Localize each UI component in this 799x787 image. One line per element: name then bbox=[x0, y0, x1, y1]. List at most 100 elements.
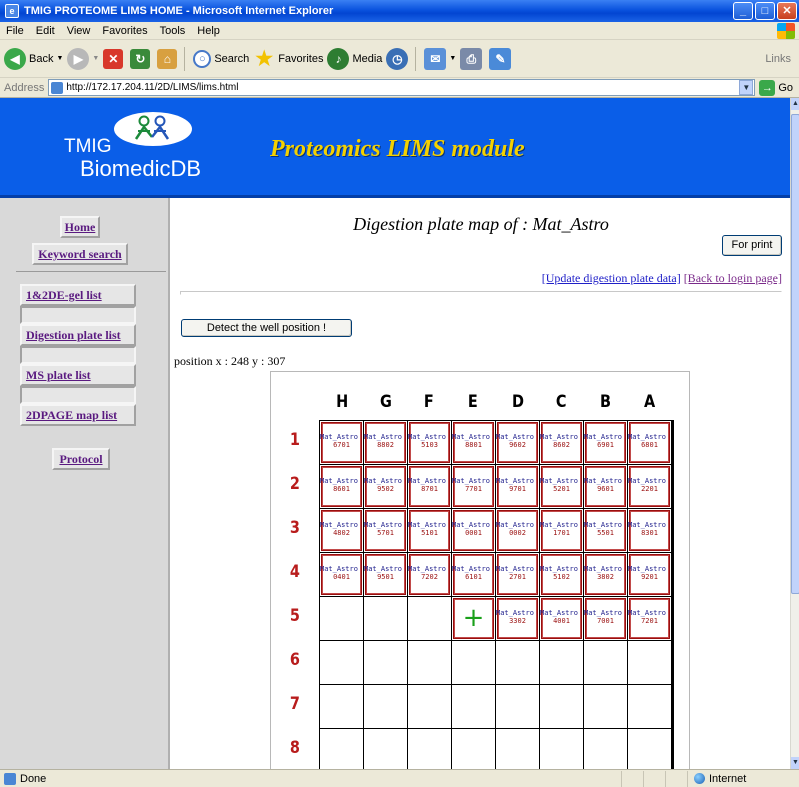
plate-well[interactable] bbox=[408, 641, 452, 685]
update-digestion-plate-link[interactable]: [Update digestion plate data] bbox=[542, 271, 681, 285]
well-sample[interactable]: Mat_Astro 9201 bbox=[628, 554, 670, 595]
plate-well[interactable] bbox=[408, 597, 452, 641]
plate-well[interactable] bbox=[496, 641, 540, 685]
plate-well[interactable] bbox=[452, 729, 496, 769]
plate-well[interactable] bbox=[540, 729, 584, 769]
plate-well[interactable] bbox=[628, 685, 672, 729]
nav-gel-list[interactable]: 1&2DE-gel list bbox=[20, 284, 136, 306]
plate-well[interactable]: Mat_Astro 7201 bbox=[628, 597, 672, 641]
nav-2dpage-map-list[interactable]: 2DPAGE map list bbox=[20, 404, 136, 426]
plate-well[interactable]: Mat_Astro 6801 bbox=[628, 421, 672, 465]
address-input[interactable]: http://172.17.204.11/2D/LIMS/lims.html bbox=[48, 79, 756, 96]
well-sample[interactable]: Mat_Astro 5701 bbox=[364, 510, 406, 551]
well-sample[interactable]: Mat_Astro 3302 bbox=[496, 598, 538, 639]
well-sample[interactable]: Mat_Astro 5201 bbox=[540, 466, 582, 507]
plate-well[interactable]: Mat_Astro 5101 bbox=[408, 509, 452, 553]
plate-well[interactable]: Mat_Astro 1701 bbox=[540, 509, 584, 553]
stop-button[interactable]: ✕ bbox=[103, 48, 126, 69]
back-to-login-link[interactable]: [Back to login page] bbox=[684, 271, 782, 285]
well-sample[interactable]: Mat_Astro 5103 bbox=[408, 422, 450, 463]
plate-well[interactable]: Mat_Astro 8802 bbox=[364, 421, 408, 465]
menu-tools[interactable]: Tools bbox=[154, 25, 192, 37]
plate-well[interactable]: Mat_Astro 9501 bbox=[364, 553, 408, 597]
plate-well[interactable] bbox=[540, 641, 584, 685]
edit-button[interactable]: ✎ bbox=[489, 47, 514, 70]
plate-well[interactable] bbox=[408, 729, 452, 769]
well-sample[interactable]: Mat_Astro 7001 bbox=[584, 598, 626, 639]
plate-well[interactable]: Mat_Astro 6101 bbox=[452, 553, 496, 597]
plate-well[interactable]: Mat_Astro 9201 bbox=[628, 553, 672, 597]
plate-well[interactable]: Mat_Astro 5701 bbox=[364, 509, 408, 553]
plate-well[interactable]: Mat_Astro 9602 bbox=[496, 421, 540, 465]
plate-well[interactable]: + bbox=[452, 597, 496, 641]
well-sample[interactable]: Mat_Astro 0002 bbox=[496, 510, 538, 551]
well-sample[interactable]: Mat_Astro 9501 bbox=[364, 554, 406, 595]
plate-well[interactable]: Mat_Astro 9701 bbox=[496, 465, 540, 509]
menu-help[interactable]: Help bbox=[191, 25, 226, 37]
plate-well[interactable]: Mat_Astro 9601 bbox=[584, 465, 628, 509]
plate-well[interactable]: Mat_Astro 5501 bbox=[584, 509, 628, 553]
vertical-scrollbar[interactable]: ▲ ▼ bbox=[790, 98, 799, 769]
go-button[interactable]: → Go bbox=[759, 79, 793, 96]
nav-keyword-search[interactable]: Keyword search bbox=[32, 243, 128, 265]
well-sample[interactable]: Mat_Astro 4001 bbox=[540, 598, 582, 639]
scrollbar-thumb[interactable] bbox=[791, 114, 799, 594]
well-sample[interactable]: Mat_Astro 7201 bbox=[628, 598, 670, 639]
plate-well[interactable] bbox=[364, 729, 408, 769]
plate-well[interactable]: Mat_Astro 0401 bbox=[320, 553, 364, 597]
search-button[interactable]: ○ Search bbox=[193, 49, 249, 68]
well-sample[interactable]: Mat_Astro 8801 bbox=[452, 422, 494, 463]
well-sample[interactable]: Mat_Astro 1701 bbox=[540, 510, 582, 551]
mail-button[interactable]: ✉ ▼ bbox=[424, 47, 456, 70]
well-sample[interactable]: Mat_Astro 9602 bbox=[496, 422, 538, 463]
plate-well[interactable]: Mat_Astro 0002 bbox=[496, 509, 540, 553]
minimize-button[interactable]: _ bbox=[733, 2, 753, 20]
plate-well[interactable]: Mat_Astro 9502 bbox=[364, 465, 408, 509]
for-print-button[interactable]: For print bbox=[722, 235, 782, 256]
plate-well[interactable] bbox=[628, 729, 672, 769]
plate-well[interactable] bbox=[584, 685, 628, 729]
plate-well[interactable]: Mat_Astro 2201 bbox=[628, 465, 672, 509]
plate-well[interactable] bbox=[408, 685, 452, 729]
well-sample[interactable]: Mat_Astro 3802 bbox=[584, 554, 626, 595]
nav-digestion-plate-list[interactable]: Digestion plate list bbox=[20, 324, 136, 346]
well-sample[interactable]: Mat_Astro 4802 bbox=[320, 510, 362, 551]
plate-well[interactable]: Mat_Astro 0001 bbox=[452, 509, 496, 553]
address-dropdown-icon[interactable]: ▼ bbox=[739, 80, 754, 95]
scroll-down-icon[interactable]: ▼ bbox=[791, 757, 799, 769]
plate-well[interactable] bbox=[364, 597, 408, 641]
well-sample[interactable]: Mat_Astro 6801 bbox=[628, 422, 670, 463]
nav-ms-plate-list[interactable]: MS plate list bbox=[20, 364, 136, 386]
scroll-up-icon[interactable]: ▲ bbox=[791, 98, 799, 110]
plate-well[interactable]: Mat_Astro 4802 bbox=[320, 509, 364, 553]
well-sample[interactable]: Mat_Astro 8802 bbox=[364, 422, 406, 463]
home-button[interactable]: ⌂ bbox=[157, 48, 180, 69]
plate-well[interactable] bbox=[452, 641, 496, 685]
menu-favorites[interactable]: Favorites bbox=[96, 25, 153, 37]
print-button[interactable]: ⎙ bbox=[460, 47, 485, 70]
plate-well[interactable] bbox=[320, 729, 364, 769]
close-button[interactable]: ✕ bbox=[777, 2, 797, 20]
well-sample[interactable]: Mat_Astro 0001 bbox=[452, 510, 494, 551]
well-sample[interactable]: Mat_Astro 8701 bbox=[408, 466, 450, 507]
links-label[interactable]: Links bbox=[765, 53, 791, 65]
plate-well[interactable]: Mat_Astro 8801 bbox=[452, 421, 496, 465]
plate-well[interactable]: Mat_Astro 5103 bbox=[408, 421, 452, 465]
well-sample[interactable]: Mat_Astro 5501 bbox=[584, 510, 626, 551]
well-sample[interactable]: Mat_Astro 7202 bbox=[408, 554, 450, 595]
plate-well[interactable]: Mat_Astro 6901 bbox=[584, 421, 628, 465]
plate-well[interactable] bbox=[584, 641, 628, 685]
history-button[interactable]: ◷ bbox=[386, 47, 411, 70]
plate-well[interactable]: Mat_Astro 3302 bbox=[496, 597, 540, 641]
plate-well[interactable] bbox=[320, 641, 364, 685]
menu-file[interactable]: File bbox=[0, 25, 30, 37]
plate-well[interactable] bbox=[320, 685, 364, 729]
plate-well[interactable] bbox=[540, 685, 584, 729]
plate-well[interactable] bbox=[628, 641, 672, 685]
plate-well[interactable]: Mat_Astro 3802 bbox=[584, 553, 628, 597]
plate-well[interactable]: Mat_Astro 8301 bbox=[628, 509, 672, 553]
plate-well[interactable]: Mat_Astro 2701 bbox=[496, 553, 540, 597]
well-sample[interactable]: Mat_Astro 8601 bbox=[320, 466, 362, 507]
refresh-button[interactable]: ↻ bbox=[130, 48, 153, 69]
well-sample[interactable]: Mat_Astro 0401 bbox=[320, 554, 362, 595]
